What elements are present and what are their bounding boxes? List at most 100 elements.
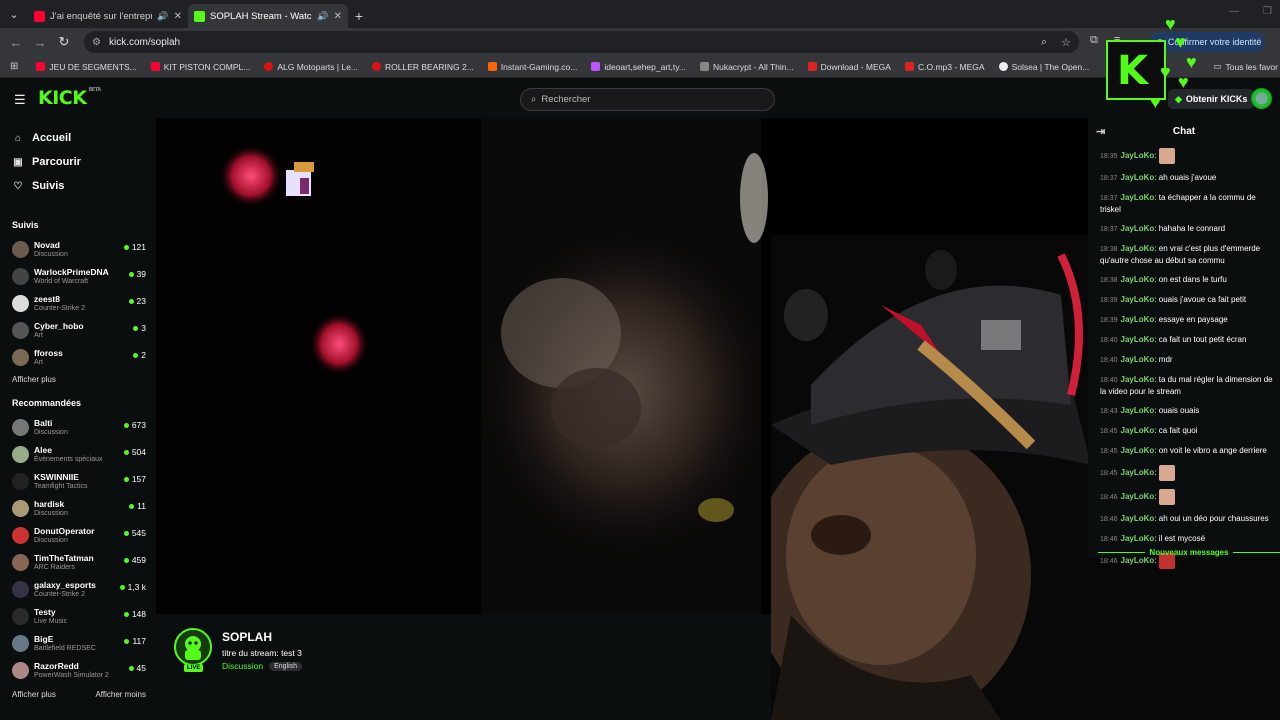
back-button[interactable]: ← (4, 35, 28, 50)
close-tab-icon[interactable]: ✕ (334, 11, 342, 22)
live-dot-icon (128, 665, 134, 671)
show-less-link[interactable]: Afficher moins (95, 690, 146, 699)
channel-name[interactable]: SOPLAH (222, 630, 272, 644)
address-bar[interactable]: ⚙ kick.com/soplah ⌕ ☆ (84, 31, 1079, 53)
viewer-count: 117 (124, 636, 146, 646)
nav-home[interactable]: ⌂ Accueil (12, 126, 156, 150)
channel-category: Discussion (34, 510, 68, 517)
message-username[interactable]: JayLoKo (1121, 406, 1155, 415)
message-username[interactable]: JayLoKo (1121, 335, 1155, 344)
speaker-icon[interactable]: 🔊 (317, 11, 328, 22)
sidebar-channel[interactable]: galaxy_esports Counter-Strike 2 1,3 k (12, 576, 156, 603)
message-username[interactable]: JayLoKo (1121, 275, 1155, 284)
message-time: 18:46 (1100, 558, 1118, 566)
sidebar-channel[interactable]: Alee Évènements spéciaux 504 (12, 441, 156, 468)
message-username[interactable]: JayLoKo (1121, 315, 1155, 324)
bookmark[interactable]: Nukacrypt - All Thin... (699, 62, 794, 72)
channel-avatar (12, 419, 29, 436)
bookmark[interactable]: Solsea | The Open... (998, 62, 1089, 72)
sidebar-channel[interactable]: ffoross Art 2 (12, 344, 156, 371)
category-link[interactable]: Discussion (222, 661, 263, 671)
sidebar-channel[interactable]: RazorRedd PowerWash Simulator 2 45 (12, 657, 156, 684)
chat-message: 18:38 JayLoKo: en vrai c'est plus d'emmer… (1100, 244, 1261, 265)
message-username[interactable]: JayLoKo (1121, 534, 1155, 543)
forward-button[interactable]: → (28, 35, 52, 50)
sidebar-channel[interactable]: WarlockPrimeDNA World of Warcraft 39 (12, 263, 156, 290)
bookmarks-bar: ⊞ JEU DE SEGMENTS... KIT PISTON COMPL...… (0, 56, 1280, 78)
chat-panel: ⇥ Chat 18:35 JayLoKo: 18:37 JayLoKo: ah ou… (1088, 118, 1280, 569)
sidebar-channel[interactable]: Testy Live Music 148 (12, 603, 156, 630)
nav-following[interactable]: ♡ Suivis (12, 174, 156, 198)
language-tag[interactable]: English (269, 661, 303, 671)
message-username[interactable]: JayLoKo (1121, 224, 1155, 233)
search-input[interactable]: ⌕ Rechercher (520, 88, 775, 111)
bookmark-favicon-icon (807, 62, 817, 71)
sidebar-channel[interactable]: DonutOperator Discussion 545 (12, 522, 156, 549)
live-dot-icon (119, 584, 125, 590)
close-tab-icon[interactable]: ✕ (174, 11, 182, 22)
browser-tab-active[interactable]: SOPLAH Stream - Watch Li... 🔊 ✕ (188, 4, 348, 28)
chat-message: 18:45 JayLoKo: (1088, 461, 1280, 485)
tab-search-chevron-icon[interactable]: ⌄ (0, 0, 28, 28)
site-info-icon[interactable]: ⚙ (92, 37, 101, 48)
bookmark[interactable]: ALG Motoparts | Le... (264, 62, 358, 72)
kick-logo[interactable]: KICK BETA (38, 87, 101, 109)
sidebar-channel[interactable]: BigE Battlefield REDSEC 117 (12, 630, 156, 657)
channel-name: ffoross (34, 348, 63, 358)
chat-message: 18:46 JayLoKo: (1088, 485, 1280, 509)
sidebar-channel[interactable]: Cyber_hobo Art 3 (12, 317, 156, 344)
reload-button[interactable]: ↻ (52, 34, 76, 50)
bookmark[interactable]: Download - MEGA (807, 62, 891, 72)
browser-tab[interactable]: J'ai enquêté sur l'entreprise 🔊 ✕ (28, 4, 188, 28)
show-more-link[interactable]: Afficher plus (12, 375, 156, 384)
bookmark[interactable]: JEU DE SEGMENTS... (36, 62, 137, 72)
message-username[interactable]: JayLoKo (1121, 375, 1155, 384)
bookmark[interactable]: Instant-Gaming.co... (487, 62, 577, 72)
channel-name: Testy (34, 607, 56, 617)
sidebar-channel[interactable]: Novad Discussion 121 (12, 236, 156, 263)
new-tab-button[interactable]: + (348, 4, 370, 28)
extensions-icon[interactable]: ⧉ (1090, 34, 1098, 47)
bookmark[interactable]: C.O.mp3 - MEGA (904, 62, 985, 72)
message-username[interactable]: JayLoKo (1121, 514, 1155, 523)
sidebar-channel[interactable]: TimTheTatman ARC Raiders 459 (12, 549, 156, 576)
profile-button[interactable]: ◉ Confirmer votre identité (1150, 32, 1265, 52)
message-username[interactable]: JayLoKo (1121, 468, 1155, 477)
nav-browse[interactable]: ▣ Parcourir (12, 150, 156, 174)
message-username[interactable]: JayLoKo (1121, 151, 1155, 160)
sidebar-channel[interactable]: hardisk Discussion 11 (12, 495, 156, 522)
new-messages-divider[interactable]: Nouveaux messages (1098, 546, 1280, 558)
message-username[interactable]: JayLoKo (1121, 426, 1155, 435)
bookmark-folder[interactable]: ▭ Tous les favor (1214, 61, 1278, 72)
message-username[interactable]: JayLoKo (1121, 355, 1155, 364)
speaker-icon[interactable]: 🔊 (157, 11, 168, 22)
apps-grid-icon[interactable]: ⊞ (10, 61, 18, 72)
sidebar-channel[interactable]: KSWINNIIE Teamfight Tactics 157 (12, 468, 156, 495)
bookmark[interactable]: ideoart,sehep_art,ty... (591, 62, 686, 72)
message-username[interactable]: JayLoKo (1121, 295, 1155, 304)
message-time: 18:40 (1100, 337, 1118, 344)
kick-logo-overlay: K (1106, 40, 1166, 100)
message-username[interactable]: JayLoKo (1121, 193, 1155, 202)
recommended-channel-list: Balti Discussion 673 Alee Évènements spéciau… (12, 414, 156, 684)
user-avatar[interactable] (1251, 88, 1272, 109)
message-username[interactable]: JayLoKo (1121, 492, 1155, 501)
message-username[interactable]: JayLoKo (1121, 244, 1155, 253)
message-username[interactable]: JayLoKo (1121, 446, 1155, 455)
menu-icon[interactable]: ☰ (14, 92, 26, 108)
maximize-icon[interactable]: ❐ (1263, 6, 1272, 17)
channel-category: Battlefield REDSEC (34, 645, 96, 652)
bookmark-label: KIT PISTON COMPL... (163, 61, 251, 72)
minimize-icon[interactable]: — (1229, 6, 1239, 17)
bookmark-star-icon[interactable]: ☆ (1061, 36, 1071, 49)
collapse-chat-icon[interactable]: ⇥ (1096, 125, 1105, 138)
bookmark[interactable]: KIT PISTON COMPL... (150, 61, 251, 72)
bookmark[interactable]: ROLLER BEARING 2... (372, 62, 474, 72)
show-more-link[interactable]: Afficher plus (12, 690, 56, 699)
message-username[interactable]: JayLoKo (1121, 173, 1155, 182)
channel-avatar[interactable] (174, 628, 212, 666)
message-text: on est dans le turfu (1158, 275, 1227, 284)
sidebar-channel[interactable]: zeest8 Counter-Strike 2 23 (12, 290, 156, 317)
zoom-icon[interactable]: ⌕ (1041, 36, 1047, 49)
sidebar-channel[interactable]: Balti Discussion 673 (12, 414, 156, 441)
